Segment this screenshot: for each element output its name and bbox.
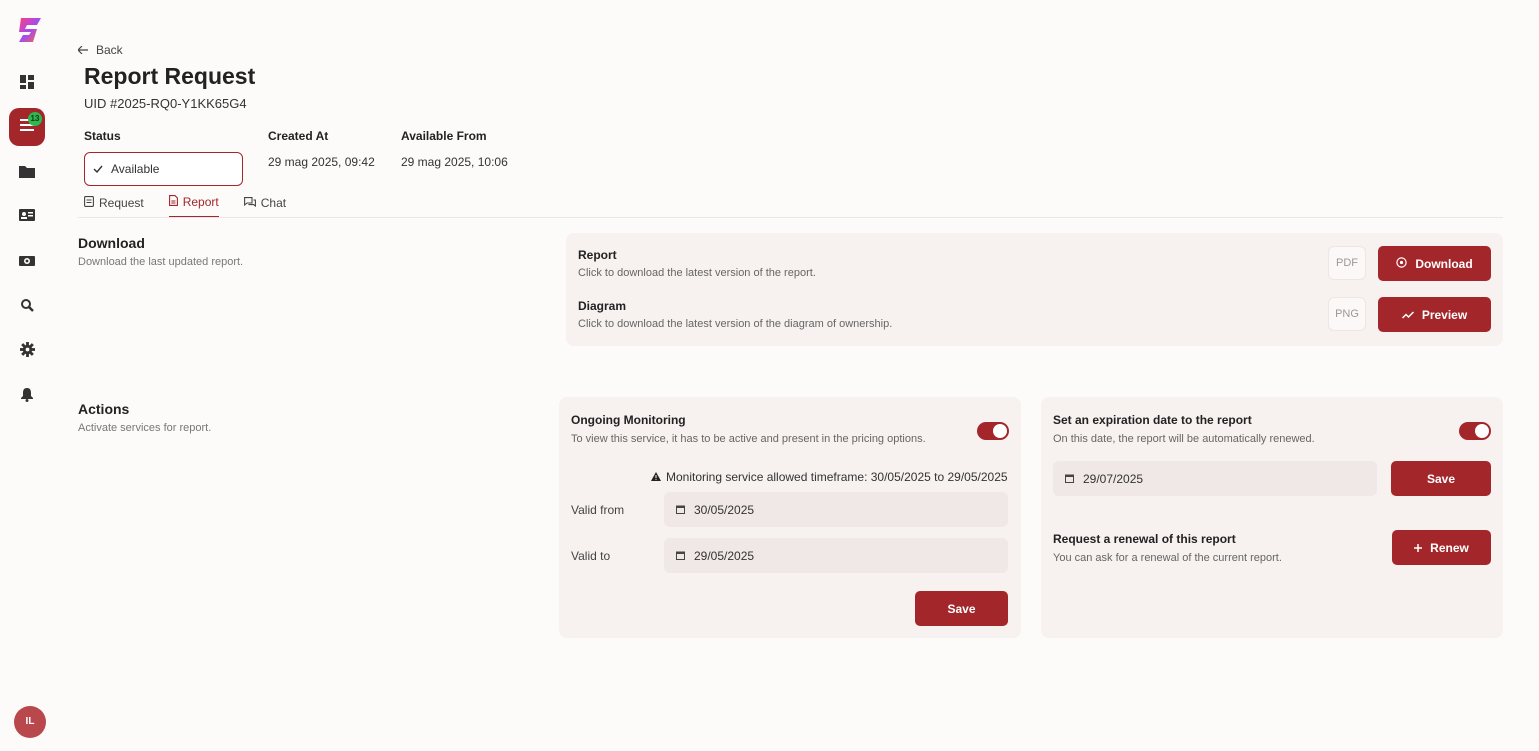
divider	[78, 217, 1503, 218]
tab-bar: Request Report Chat	[84, 194, 311, 218]
monitoring-title: Ongoing Monitoring	[571, 413, 686, 427]
available-from-value: 29 mag 2025, 10:06	[401, 155, 508, 169]
expiration-desc: On this date, the report will be automat…	[1053, 433, 1315, 445]
check-icon	[93, 162, 103, 176]
avatar[interactable]: IL	[14, 706, 46, 738]
renew-button[interactable]: Renew	[1392, 530, 1491, 565]
available-from-label: Available From	[401, 129, 487, 143]
download-button-label: Download	[1415, 256, 1473, 271]
app-logo[interactable]	[15, 14, 47, 46]
preview-button-label: Preview	[1421, 307, 1468, 322]
download-circle-icon	[1396, 256, 1408, 271]
dashboard-icon[interactable]	[18, 73, 36, 91]
calendar-icon	[1065, 472, 1074, 486]
sidebar: 13 IL	[0, 0, 56, 751]
document-icon	[168, 195, 178, 209]
renewal-title: Request a renewal of this report	[1053, 532, 1236, 546]
trend-line-icon	[1401, 308, 1414, 322]
chat-icon	[243, 196, 256, 210]
receipt-icon	[84, 196, 94, 210]
report-title: Report	[578, 248, 617, 262]
renewal-desc: You can ask for a renewal of the current…	[1053, 552, 1282, 564]
monitoring-toggle[interactable]	[977, 422, 1009, 440]
valid-from-value: 30/05/2025	[694, 502, 755, 517]
folder-icon[interactable]	[18, 162, 36, 180]
page-title: Report Request	[84, 63, 256, 89]
expiration-date-value: 29/07/2025	[1083, 471, 1144, 486]
contact-card-icon[interactable]	[18, 206, 36, 224]
pdf-format-tag: PDF	[1328, 246, 1366, 280]
download-section-title: Download	[78, 235, 145, 251]
expiration-save-button[interactable]: Save	[1391, 461, 1491, 496]
diagram-desc: Click to download the latest version of …	[578, 318, 893, 330]
monitoring-card: Ongoing Monitoring To view this service,…	[559, 397, 1021, 638]
plus-icon	[1414, 541, 1423, 555]
tab-request[interactable]: Request	[84, 194, 144, 218]
expiration-toggle[interactable]	[1459, 422, 1491, 440]
tab-request-label: Request	[99, 196, 144, 210]
expiration-date-input[interactable]: 29/07/2025	[1053, 461, 1377, 496]
calendar-icon	[676, 503, 685, 517]
status-value: Available	[111, 162, 160, 176]
tab-chat-label: Chat	[260, 196, 287, 210]
valid-from-label: Valid from	[571, 503, 625, 517]
preview-button[interactable]: Preview	[1378, 297, 1491, 332]
tab-report-label: Report	[182, 195, 219, 209]
back-link[interactable]: Back	[77, 43, 123, 57]
download-button[interactable]: Download	[1378, 246, 1491, 281]
expiration-title: Set an expiration date to the report	[1053, 413, 1252, 427]
valid-to-input[interactable]: 29/05/2025	[664, 538, 1008, 573]
monitoring-desc: To view this service, it has to be activ…	[571, 433, 926, 445]
download-card: Report Click to download the latest vers…	[566, 233, 1503, 346]
valid-from-input[interactable]: 30/05/2025	[664, 492, 1008, 527]
warning-text: Monitoring service allowed timeframe: 30…	[666, 470, 1008, 484]
arrow-left-icon	[77, 43, 88, 57]
status-badge: Available	[84, 152, 243, 186]
gear-icon[interactable]	[18, 340, 36, 358]
report-desc: Click to download the latest version of …	[578, 267, 816, 279]
png-format-tag: PNG	[1328, 297, 1366, 331]
renew-button-label: Renew	[1430, 540, 1469, 555]
actions-section-title: Actions	[78, 401, 130, 417]
download-section-desc: Download the last updated report.	[78, 256, 244, 268]
notification-badge: 13	[28, 112, 42, 126]
valid-to-label: Valid to	[571, 549, 611, 563]
diagram-title: Diagram	[578, 299, 627, 313]
created-at-value: 29 mag 2025, 09:42	[268, 155, 375, 169]
actions-section-desc: Activate services for report.	[78, 422, 212, 434]
tab-report[interactable]: Report	[168, 194, 219, 218]
valid-to-value: 29/05/2025	[694, 548, 755, 563]
tab-chat[interactable]: Chat	[243, 194, 287, 218]
monitoring-save-button[interactable]: Save	[915, 591, 1008, 626]
monitoring-timeframe-warning: Monitoring service allowed timeframe: 30…	[651, 470, 1008, 484]
back-label: Back	[96, 43, 123, 57]
money-icon[interactable]	[18, 252, 36, 270]
request-uid: UID #2025-RQ0-Y1KK65G4	[84, 96, 247, 111]
status-label: Status	[84, 129, 121, 143]
bell-icon[interactable]	[18, 385, 36, 403]
created-at-label: Created At	[268, 129, 329, 143]
expiration-card: Set an expiration date to the report On …	[1041, 397, 1503, 638]
search-icon[interactable]	[18, 296, 36, 314]
warning-icon	[651, 470, 661, 484]
calendar-icon	[676, 549, 685, 563]
